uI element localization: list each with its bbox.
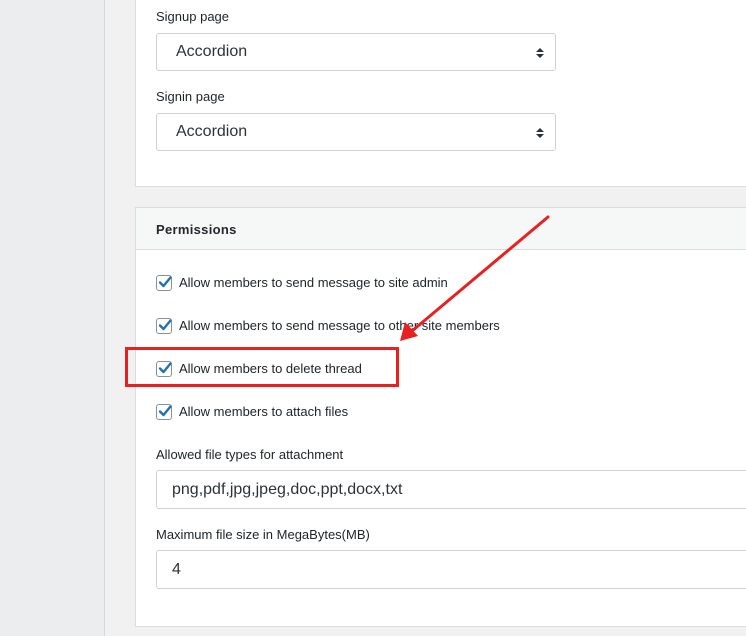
checkbox[interactable] bbox=[156, 318, 172, 334]
checkmark-icon bbox=[158, 319, 172, 331]
sort-arrows-icon bbox=[536, 128, 544, 138]
signin-page-select[interactable]: Accordion bbox=[156, 113, 556, 151]
permissions-title: Permissions bbox=[156, 222, 237, 237]
signin-page-label: Signin page bbox=[156, 89, 225, 104]
signup-page-value: Accordion bbox=[176, 43, 248, 60]
checkbox[interactable] bbox=[156, 275, 172, 291]
option-label: Allow members to send message to site ad… bbox=[179, 275, 448, 290]
permissions-card: Permissions Allow members to send messag… bbox=[135, 207, 746, 627]
permissions-header: Permissions bbox=[136, 208, 746, 250]
left-sidebar bbox=[0, 0, 105, 636]
checkbox[interactable] bbox=[156, 404, 172, 420]
page-settings-card: Signup page Accordion Signin page Accord… bbox=[135, 0, 746, 187]
signup-page-select[interactable]: Accordion bbox=[156, 33, 556, 71]
signup-page-label: Signup page bbox=[156, 9, 230, 24]
signin-page-value: Accordion bbox=[176, 123, 248, 140]
file-types-value: png,pdf,jpg,jpeg,doc,ppt,docx,txt bbox=[172, 481, 403, 498]
max-size-label: Maximum file size in MegaBytes(MB) bbox=[156, 527, 370, 542]
checkmark-icon bbox=[158, 276, 172, 288]
option-label: Allow members to send message to other s… bbox=[179, 318, 500, 333]
option-label: Allow members to attach files bbox=[179, 404, 349, 419]
checkmark-icon bbox=[158, 405, 172, 417]
file-types-label: Allowed file types for attachment bbox=[156, 447, 344, 462]
max-size-input[interactable]: 4 bbox=[156, 550, 746, 589]
file-types-input[interactable]: png,pdf,jpg,jpeg,doc,ppt,docx,txt bbox=[156, 470, 746, 509]
sort-arrows-icon bbox=[536, 48, 544, 58]
max-size-value: 4 bbox=[172, 561, 181, 578]
annotation-highlight-box bbox=[125, 347, 399, 387]
